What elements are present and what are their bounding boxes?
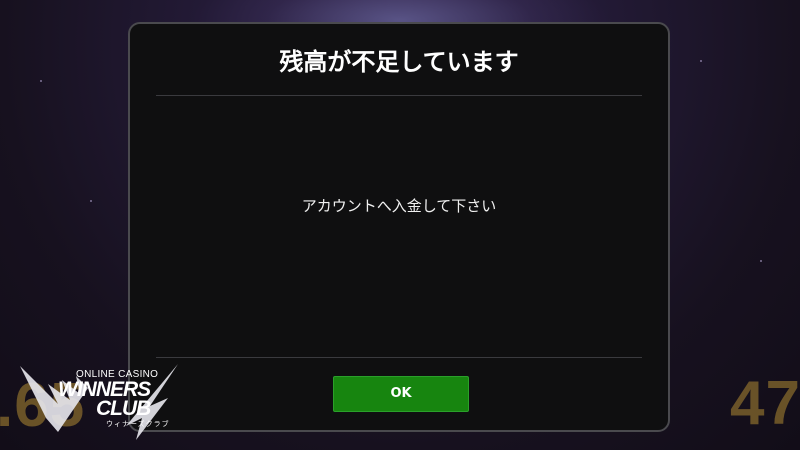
background-star <box>40 80 42 82</box>
background-number-right: 47 <box>730 369 800 438</box>
winners-club-logo: ONLINE CASINO WINNERS CLUB ウィナーズクラブ <box>18 362 188 442</box>
ok-button[interactable]: OK <box>333 376 469 412</box>
background-star <box>700 60 702 62</box>
dialog-divider-bottom <box>156 357 642 358</box>
insufficient-balance-dialog: 残高が不足しています アカウントへ入金して下さい OK <box>128 22 670 432</box>
logo-club-text: CLUB <box>96 397 151 420</box>
dialog-message: アカウントへ入金して下さい <box>301 197 497 215</box>
dialog-divider-top <box>156 95 642 96</box>
logo-kana-text: ウィナーズクラブ <box>106 420 170 428</box>
dialog-title: 残高が不足しています <box>279 48 519 76</box>
background-star <box>90 200 92 202</box>
background-star <box>760 260 762 262</box>
